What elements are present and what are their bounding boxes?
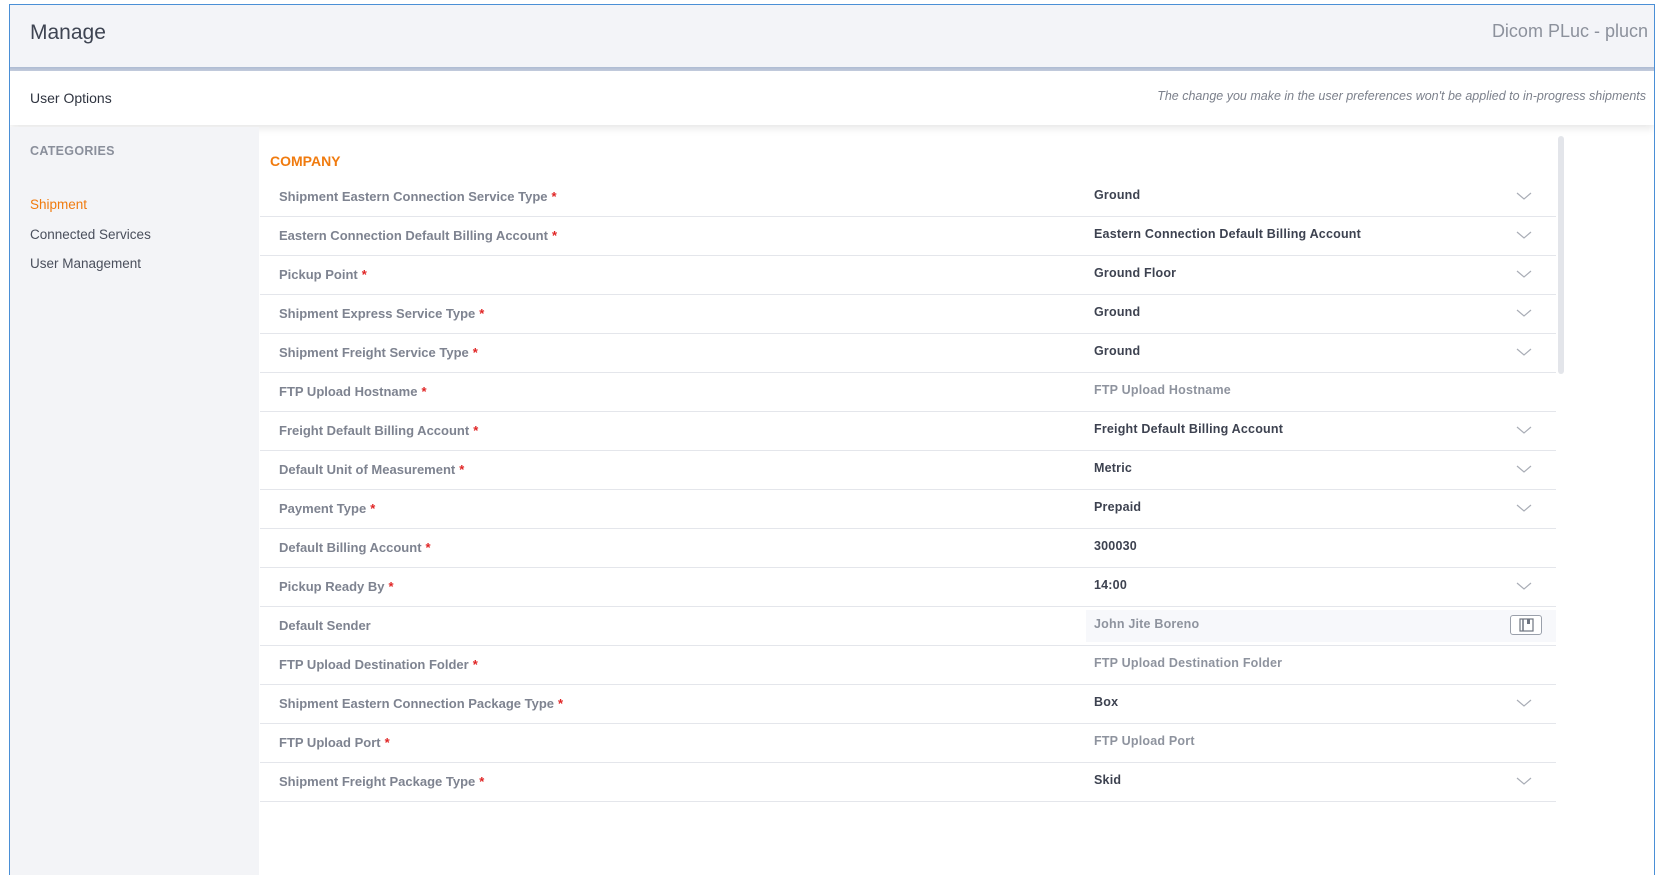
field-label: Pickup Ready By * <box>279 579 394 594</box>
field-label: Default Unit of Measurement * <box>279 462 465 477</box>
setting-row-eastern-service-type[interactable]: Shipment Eastern Connection Service Type… <box>260 178 1556 217</box>
page-title: Manage <box>30 21 106 44</box>
field-label: FTP Upload Port * <box>279 735 390 750</box>
text-input[interactable]: FTP Upload Destination Folder <box>1094 656 1282 670</box>
select-value[interactable]: Skid <box>1094 773 1121 787</box>
chevron-down-icon[interactable] <box>1516 500 1532 516</box>
required-marker: * <box>473 423 479 438</box>
required-marker: * <box>421 384 427 399</box>
field-label: Payment Type * <box>279 501 376 516</box>
field-label: Eastern Connection Default Billing Accou… <box>279 228 557 243</box>
field-label: Freight Default Billing Account * <box>279 423 479 438</box>
field-label: Shipment Eastern Connection Service Type… <box>279 189 557 204</box>
select-value[interactable]: Freight Default Billing Account <box>1094 422 1283 436</box>
required-marker: * <box>384 735 390 750</box>
setting-row-eastern-package-type[interactable]: Shipment Eastern Connection Package Type… <box>260 685 1556 724</box>
chevron-down-icon[interactable] <box>1516 578 1532 594</box>
user-options-title: User Options <box>30 90 112 106</box>
field-label: Shipment Express Service Type * <box>279 306 485 321</box>
field-label: Pickup Point * <box>279 267 367 282</box>
categories-sidebar: CATEGORIES Shipment Connected Services U… <box>10 127 259 875</box>
setting-row-payment-type[interactable]: Payment Type * Prepaid <box>260 490 1556 529</box>
chevron-down-icon[interactable] <box>1516 266 1532 282</box>
text-input[interactable]: FTP Upload Port <box>1094 734 1195 748</box>
required-marker: * <box>551 189 557 204</box>
setting-row-express-service-type[interactable]: Shipment Express Service Type * Ground <box>260 295 1556 334</box>
chevron-down-icon[interactable] <box>1516 422 1532 438</box>
address-book-icon[interactable] <box>1510 615 1542 635</box>
sender-input[interactable]: John Jite Boreno <box>1094 617 1199 631</box>
select-value[interactable]: Ground Floor <box>1094 266 1176 280</box>
sidebar-item-shipment[interactable]: Shipment <box>30 197 87 212</box>
setting-row-freight-service-type[interactable]: Shipment Freight Service Type * Ground <box>260 334 1556 373</box>
user-options-bar: User Options The change you make in the … <box>10 71 1654 125</box>
select-value[interactable]: Eastern Connection Default Billing Accou… <box>1094 227 1361 241</box>
chevron-down-icon[interactable] <box>1516 461 1532 477</box>
categories-heading: CATEGORIES <box>30 144 115 158</box>
page-header: Manage Dicom PLuc - plucn <box>10 5 1654 68</box>
scrollbar[interactable] <box>1558 136 1564 374</box>
field-label: FTP Upload Destination Folder * <box>279 657 478 672</box>
required-marker: * <box>472 657 478 672</box>
settings-list: Shipment Eastern Connection Service Type… <box>260 178 1556 802</box>
setting-row-freight-package-type[interactable]: Shipment Freight Package Type * Skid <box>260 763 1556 802</box>
sidebar-item-user-management[interactable]: User Management <box>30 256 141 271</box>
required-marker: * <box>551 228 557 243</box>
required-marker: * <box>361 267 367 282</box>
select-value[interactable]: Box <box>1094 695 1118 709</box>
settings-panel: COMPANY Shipment Eastern Connection Serv… <box>260 136 1556 875</box>
setting-row-pickup-ready-by[interactable]: Pickup Ready By * 14:00 <box>260 568 1556 607</box>
text-input[interactable]: 300030 <box>1094 539 1137 553</box>
preferences-note: The change you make in the user preferen… <box>1157 89 1646 103</box>
select-value[interactable]: Ground <box>1094 305 1140 319</box>
user-menu[interactable]: Dicom PLuc - plucn <box>1492 21 1648 42</box>
chevron-down-icon[interactable] <box>1516 773 1532 789</box>
select-value[interactable]: Ground <box>1094 188 1140 202</box>
setting-row-ftp-port[interactable]: FTP Upload Port * FTP Upload Port <box>260 724 1556 763</box>
field-label: Shipment Freight Package Type * <box>279 774 485 789</box>
setting-row-default-billing-account[interactable]: Default Billing Account * 300030 <box>260 529 1556 568</box>
required-marker: * <box>370 501 376 516</box>
chevron-down-icon[interactable] <box>1516 227 1532 243</box>
setting-row-ftp-destination-folder[interactable]: FTP Upload Destination Folder * FTP Uploa… <box>260 646 1556 685</box>
sidebar-item-connected-services[interactable]: Connected Services <box>30 227 151 242</box>
chevron-down-icon[interactable] <box>1516 344 1532 360</box>
chevron-down-icon[interactable] <box>1516 695 1532 711</box>
select-value[interactable]: Metric <box>1094 461 1132 475</box>
required-marker: * <box>479 774 485 789</box>
setting-row-eastern-billing-account[interactable]: Eastern Connection Default Billing Accou… <box>260 217 1556 256</box>
required-marker: * <box>558 696 564 711</box>
required-marker: * <box>425 540 431 555</box>
select-value[interactable]: 14:00 <box>1094 578 1127 592</box>
required-marker: * <box>472 345 478 360</box>
setting-row-default-sender[interactable]: Default Sender John Jite Boreno <box>260 607 1556 646</box>
select-value[interactable]: Prepaid <box>1094 500 1141 514</box>
field-label: Default Sender <box>279 618 371 633</box>
setting-row-unit-of-measurement[interactable]: Default Unit of Measurement * Metric <box>260 451 1556 490</box>
chevron-down-icon[interactable] <box>1516 188 1532 204</box>
field-label: FTP Upload Hostname * <box>279 384 427 399</box>
setting-row-ftp-hostname[interactable]: FTP Upload Hostname * FTP Upload Hostname <box>260 373 1556 412</box>
field-label: Default Billing Account * <box>279 540 431 555</box>
section-title-company: COMPANY <box>270 153 341 169</box>
required-marker: * <box>459 462 465 477</box>
field-label: Shipment Freight Service Type * <box>279 345 478 360</box>
field-label: Shipment Eastern Connection Package Type… <box>279 696 564 711</box>
select-value[interactable]: Ground <box>1094 344 1140 358</box>
app-window: Manage Dicom PLuc - plucn User Options T… <box>9 4 1655 875</box>
text-input[interactable]: FTP Upload Hostname <box>1094 383 1231 397</box>
required-marker: * <box>388 579 394 594</box>
chevron-down-icon[interactable] <box>1516 305 1532 321</box>
required-marker: * <box>479 306 485 321</box>
setting-row-freight-billing-account[interactable]: Freight Default Billing Account * Freight… <box>260 412 1556 451</box>
setting-row-pickup-point[interactable]: Pickup Point * Ground Floor <box>260 256 1556 295</box>
